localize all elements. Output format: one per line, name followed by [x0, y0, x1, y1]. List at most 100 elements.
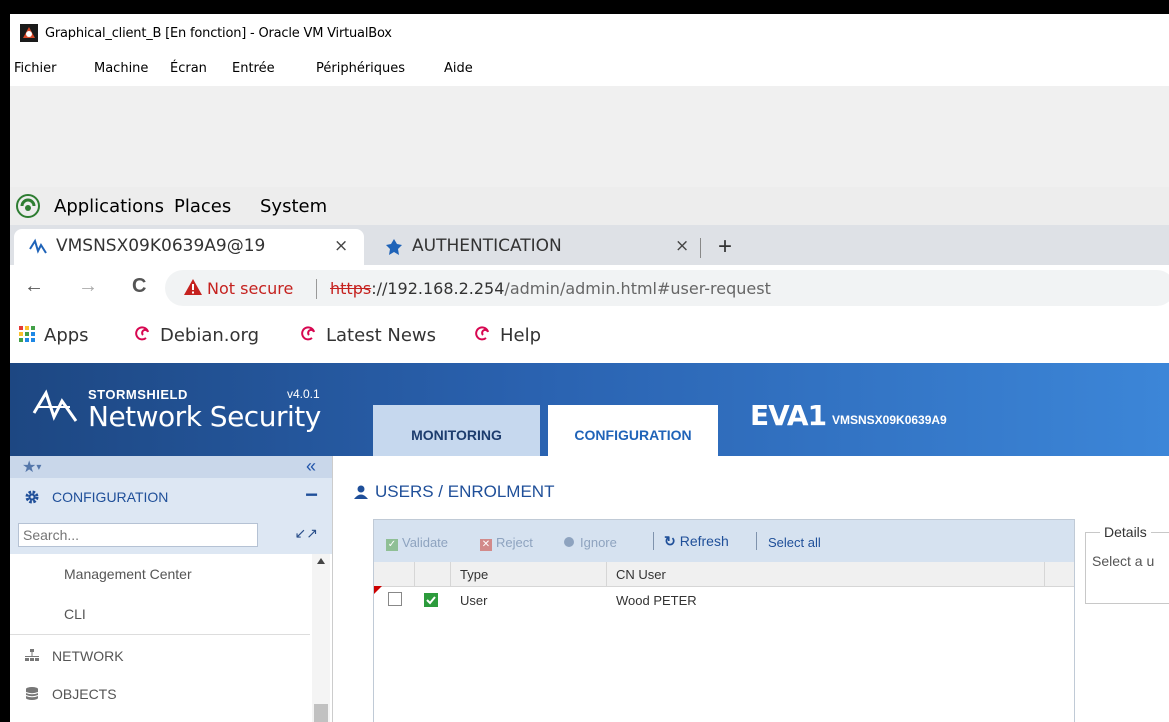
table-header: Type CN User — [374, 562, 1074, 587]
sidebar-section-configuration[interactable]: CONFIGURATION − — [10, 478, 332, 516]
user-icon — [354, 485, 368, 499]
collapse-sidebar-button[interactable]: « — [306, 456, 316, 477]
scroll-thumb[interactable] — [314, 704, 328, 722]
sidebar-search: ↙↗ — [10, 516, 332, 554]
reject-button[interactable]: ✕ Reject — [480, 535, 533, 551]
tab-monitoring-label: MONITORING — [411, 427, 502, 443]
panel-applications[interactable]: Applications — [54, 196, 164, 217]
menu-machine[interactable]: Machine — [94, 61, 148, 76]
stormshield-tab-icon — [29, 238, 47, 254]
ignore-button[interactable]: Ignore — [564, 535, 617, 550]
refresh-button[interactable]: ↻ Refresh — [664, 533, 729, 550]
tab-monitoring[interactable]: MONITORING — [373, 405, 540, 456]
virtualbox-window: Graphical_client_B [En fonction] - Oracl… — [10, 14, 1169, 722]
bookmark-label: Debian.org — [160, 325, 260, 346]
row-checkbox[interactable] — [388, 592, 402, 606]
sidebar-scrollbar[interactable] — [312, 554, 330, 722]
address-bar[interactable]: Not secure https://192.168.2.254/admin/a… — [165, 270, 1169, 306]
virtualbox-icon — [20, 24, 38, 42]
debian-icon — [475, 326, 489, 341]
url-host: ://192.168.2.254 — [371, 279, 505, 298]
sidebar-item-network[interactable]: NETWORK — [10, 636, 310, 676]
bookmark-help[interactable]: Help — [474, 325, 541, 346]
column-divider — [606, 562, 607, 586]
sidebar-item-cli[interactable]: CLI — [10, 594, 310, 635]
favorites-bar: ★▾ « — [10, 456, 332, 478]
details-legend: Details — [1100, 524, 1151, 540]
vbox-menubar: Fichier Machine Écran Entrée Périphériqu… — [10, 52, 1169, 86]
page-title-text: USERS / ENROLMENT — [375, 482, 555, 501]
menu-ecran[interactable]: Écran — [170, 61, 207, 76]
browser-tab-stormshield[interactable]: VMSNSX09K0639A9@19 × — [14, 229, 364, 265]
url-text[interactable]: https://192.168.2.254/admin/admin.html#u… — [330, 279, 771, 298]
debian-icon — [301, 326, 315, 341]
panel-places[interactable]: Places — [174, 196, 231, 217]
column-divider — [414, 562, 415, 586]
menu-aide[interactable]: Aide — [444, 61, 473, 76]
device-name: EVA1 — [750, 399, 827, 432]
tab-label: VMSNSX09K0639A9@19 — [56, 236, 266, 256]
new-tab-button[interactable]: + — [718, 233, 732, 261]
url-scheme: https — [330, 279, 372, 298]
bookmark-debian[interactable]: Debian.org — [134, 325, 259, 346]
menu-fichier[interactable]: Fichier — [14, 61, 57, 76]
reject-icon: ✕ — [480, 539, 492, 551]
grid-toolbar: ✓ Validate ✕ Reject Ignore ↻ Refresh Select… — [374, 520, 1074, 562]
details-panel: Details Select a u — [1085, 524, 1169, 604]
browser-tab-strip: VMSNSX09K0639A9@19 × AUTHENTICATION × + — [10, 225, 1169, 265]
modified-marker — [374, 586, 382, 594]
favorites-star-icon[interactable]: ★▾ — [22, 457, 41, 477]
column-divider — [1044, 562, 1045, 586]
tab-separator — [700, 238, 701, 258]
validate-button[interactable]: ✓ Validate — [386, 535, 448, 551]
column-header-cn-user[interactable]: CN User — [616, 567, 666, 582]
column-header-type[interactable]: Type — [460, 567, 488, 582]
search-input[interactable] — [18, 523, 258, 547]
debian-icon — [135, 326, 149, 341]
panel-system[interactable]: System — [260, 196, 327, 217]
sidebar-item-label: CLI — [64, 606, 86, 622]
reload-button[interactable]: C — [132, 275, 146, 298]
gnome-foot-icon[interactable] — [16, 194, 40, 218]
forward-button[interactable]: → — [78, 275, 98, 298]
bookmark-apps[interactable]: Apps — [18, 325, 89, 346]
main-content: USERS / ENROLMENT ✓ Validate ✕ Reject Igno… — [333, 456, 1169, 722]
scroll-up-arrow-icon[interactable] — [317, 558, 325, 564]
page-title: USERS / ENROLMENT — [354, 482, 555, 502]
bookmark-label: Apps — [44, 325, 89, 346]
sidebar-item-objects[interactable]: OBJECTS — [10, 674, 310, 714]
refresh-icon: ↻ — [664, 533, 676, 549]
table-row[interactable]: User Wood PETER — [374, 586, 1074, 613]
validate-icon: ✓ — [386, 539, 398, 551]
device-serial: VMSNSX09K0639A9 — [832, 413, 947, 427]
section-label: CONFIGURATION — [52, 489, 169, 505]
bookmark-label: Latest News — [326, 325, 436, 346]
cell-type: User — [460, 593, 488, 608]
expand-collapse-icon[interactable]: ↙↗ — [295, 525, 318, 542]
browser-toolbar: ← → C Not secure https://192.168.2.254/a… — [10, 265, 1169, 311]
bookmark-latest-news[interactable]: Latest News — [300, 325, 436, 346]
section-collapse-button[interactable]: − — [305, 482, 318, 508]
back-button[interactable]: ← — [24, 275, 44, 298]
sidebar-item-management-center[interactable]: Management Center — [10, 554, 310, 594]
objects-icon — [25, 687, 39, 700]
version-label: v4.0.1 — [287, 387, 320, 401]
tab-label: AUTHENTICATION — [412, 236, 562, 256]
select-all-button[interactable]: Select all — [768, 535, 821, 550]
close-icon[interactable]: × — [675, 236, 689, 256]
menu-peripheriques[interactable]: Périphériques — [316, 61, 405, 76]
close-icon[interactable]: × — [334, 236, 348, 256]
url-divider — [316, 279, 317, 299]
warning-icon[interactable] — [183, 277, 203, 297]
window-title: Graphical_client_B [En fonction] - Oracl… — [45, 26, 392, 41]
column-divider — [450, 562, 451, 586]
sidebar: ★▾ « CONFIGURATION − ↙↗ Management Cente… — [10, 456, 333, 722]
gear-icon — [25, 490, 39, 504]
tab-configuration-label: CONFIGURATION — [574, 427, 692, 443]
tab-configuration[interactable]: CONFIGURATION — [548, 405, 718, 456]
browser-tab-authentication[interactable]: AUTHENTICATION × — [370, 229, 705, 265]
not-secure-label[interactable]: Not secure — [207, 279, 293, 298]
cell-cn-user: Wood PETER — [616, 593, 697, 608]
apps-grid-icon — [19, 326, 35, 342]
menu-entree[interactable]: Entrée — [232, 61, 275, 76]
